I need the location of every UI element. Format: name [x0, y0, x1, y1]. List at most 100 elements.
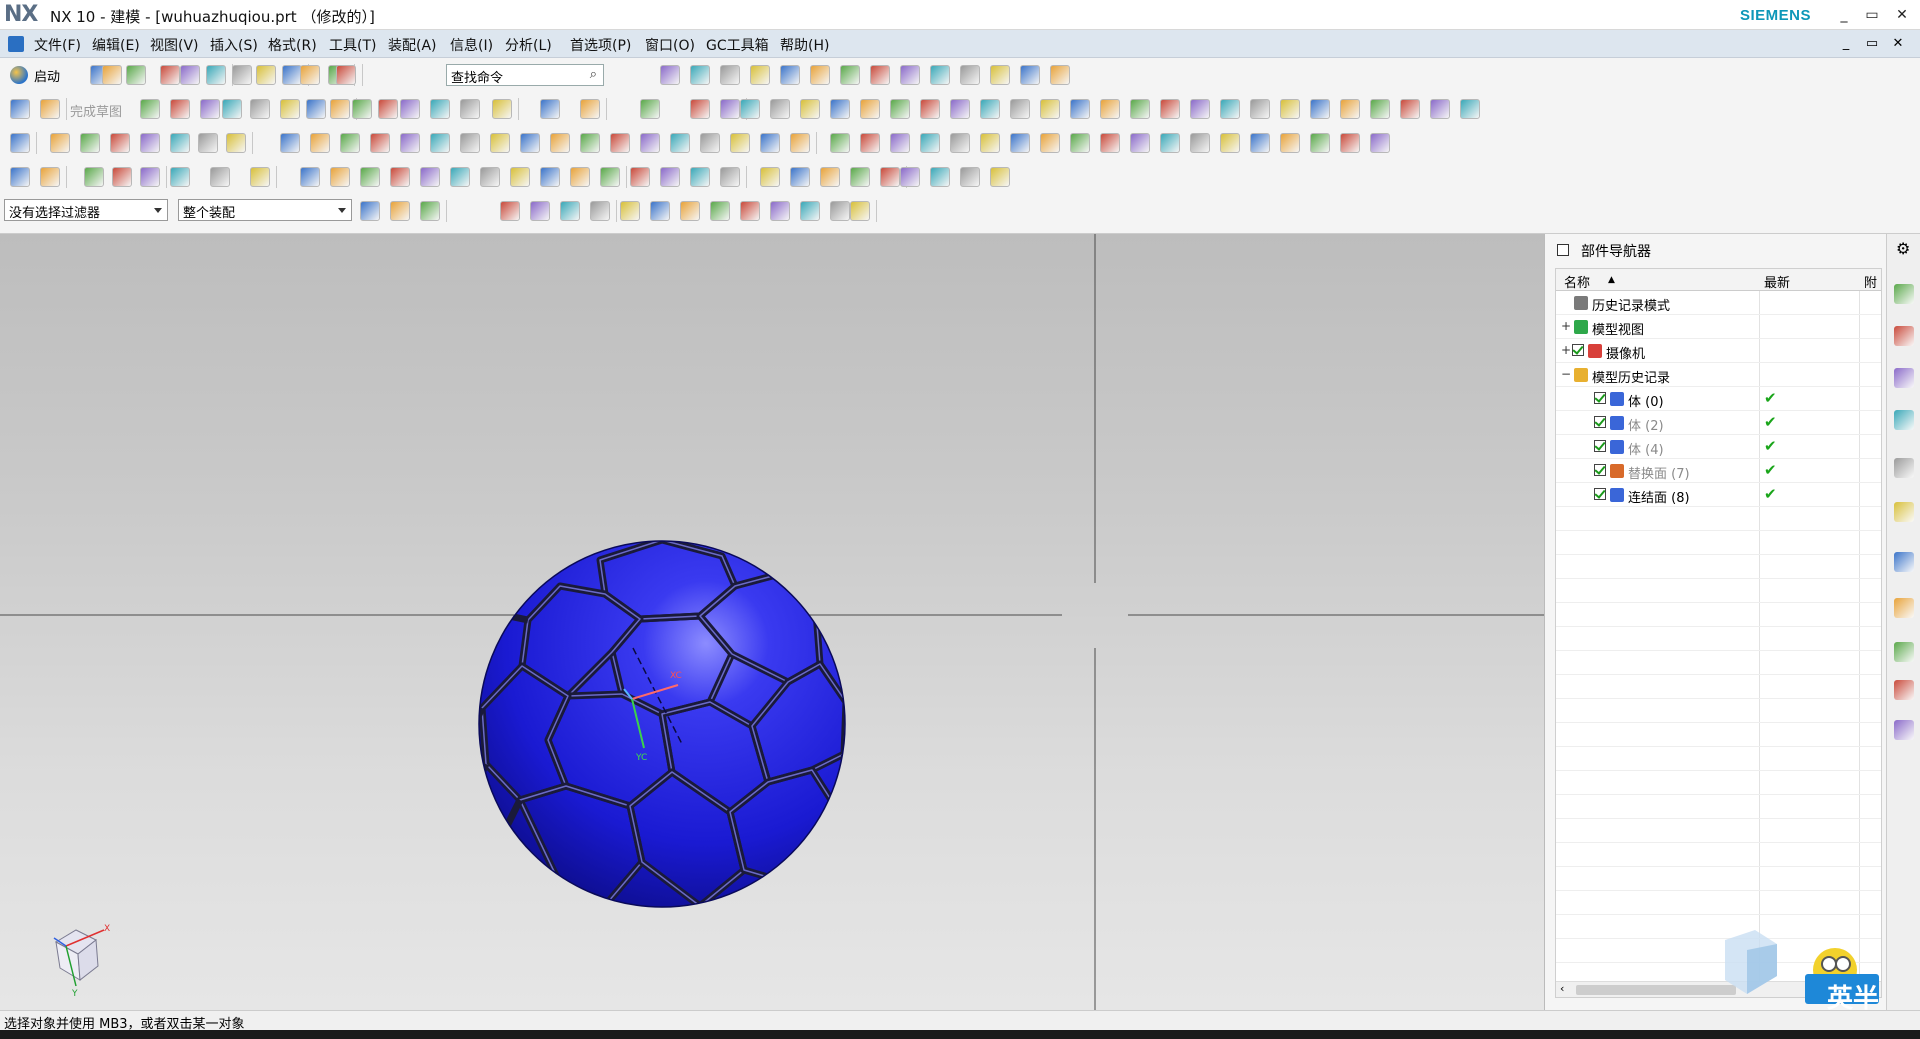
toolbar-tool-icon[interactable]: [1010, 99, 1030, 119]
toolbar-tool-icon[interactable]: [282, 65, 302, 85]
toolbar-tool-icon[interactable]: [560, 201, 580, 221]
toolbar-tool-icon[interactable]: [760, 133, 780, 153]
toolbar-tool-icon[interactable]: [640, 99, 660, 119]
toolbar-tool-icon[interactable]: [1040, 99, 1060, 119]
toolbar-tool-icon[interactable]: [460, 133, 480, 153]
toolbar-tool-icon[interactable]: [360, 201, 380, 221]
toolbar-tool-icon[interactable]: [420, 167, 440, 187]
toolbar-tool-icon[interactable]: [980, 133, 1000, 153]
toolbar-tool-icon[interactable]: [540, 99, 560, 119]
scroll-left-icon[interactable]: ‹: [1560, 982, 1564, 995]
toolbar-tool-icon[interactable]: [430, 99, 450, 119]
toolbar-tool-icon[interactable]: [1070, 133, 1090, 153]
tree-row[interactable]: 体 (4) ✔: [1556, 435, 1881, 459]
toolbar-tool-icon[interactable]: [378, 99, 398, 119]
column-name[interactable]: 名称: [1564, 272, 1590, 291]
toolbar-tool-icon[interactable]: [250, 99, 270, 119]
toolbar-tool-icon[interactable]: [1100, 133, 1120, 153]
toolbar-tool-icon[interactable]: [1050, 65, 1070, 85]
toolbar-tool-icon[interactable]: [600, 167, 620, 187]
menu-tools[interactable]: 工具(T): [329, 35, 376, 55]
toolbar-tool-icon[interactable]: [1040, 133, 1060, 153]
toolbar-tool-icon[interactable]: [330, 167, 350, 187]
toolbar-tool-icon[interactable]: [140, 133, 160, 153]
toolbar-tool-icon[interactable]: [256, 65, 276, 85]
toolbar-tool-icon[interactable]: [1370, 133, 1390, 153]
resource-tab-icon[interactable]: [1894, 410, 1914, 430]
toolbar-tool-icon[interactable]: [570, 167, 590, 187]
toolbar-tool-icon[interactable]: [1020, 65, 1040, 85]
toolbar-tool-icon[interactable]: [520, 133, 540, 153]
tree-row[interactable]: 替换面 (7) ✔: [1556, 459, 1881, 483]
toolbar-tool-icon[interactable]: [170, 99, 190, 119]
toolbar-tool-icon[interactable]: [550, 133, 570, 153]
toolbar-tool-icon[interactable]: [390, 167, 410, 187]
toolbar-tool-icon[interactable]: [540, 167, 560, 187]
toolbar-tool-icon[interactable]: [850, 201, 870, 221]
toolbar-tool-icon[interactable]: [830, 201, 850, 221]
toolbar-tool-icon[interactable]: [222, 99, 242, 119]
toolbar-tool-icon[interactable]: [430, 133, 450, 153]
toolbar-tool-icon[interactable]: [110, 133, 130, 153]
toolbar-tool-icon[interactable]: [800, 201, 820, 221]
toolbar-tool-icon[interactable]: [920, 133, 940, 153]
toolbar-tool-icon[interactable]: [1010, 133, 1030, 153]
toolbar-tool-icon[interactable]: [40, 99, 60, 119]
tree-row[interactable]: 体 (0) ✔: [1556, 387, 1881, 411]
menu-edit[interactable]: 编辑(E): [92, 35, 140, 55]
toolbar-tool-icon[interactable]: [860, 99, 880, 119]
toolbar-tool-icon[interactable]: [510, 167, 530, 187]
selection-filter-dropdown[interactable]: 没有选择过滤器: [4, 199, 168, 221]
toolbar-tool-icon[interactable]: [730, 133, 750, 153]
toolbar-tool-icon[interactable]: [690, 65, 710, 85]
toolbar-tool-icon[interactable]: [160, 65, 180, 85]
toolbar-tool-icon[interactable]: [210, 167, 230, 187]
toolbar-tool-icon[interactable]: [890, 133, 910, 153]
toolbar-tool-icon[interactable]: [460, 99, 480, 119]
menu-view[interactable]: 视图(V): [150, 35, 199, 55]
assembly-scope-dropdown[interactable]: 整个装配: [178, 199, 352, 221]
visibility-checkbox[interactable]: [1594, 488, 1606, 500]
resource-tab-icon[interactable]: [1894, 458, 1914, 478]
toolbar-tool-icon[interactable]: [1250, 133, 1270, 153]
close-window-button[interactable]: ✕: [1888, 4, 1916, 26]
resource-tab-icon[interactable]: [1894, 502, 1914, 522]
toolbar-tool-icon[interactable]: [950, 99, 970, 119]
toolbar-tool-icon[interactable]: [492, 99, 512, 119]
resource-tab-icon[interactable]: [1894, 368, 1914, 388]
toolbar-tool-icon[interactable]: [1370, 99, 1390, 119]
toolbar-tool-icon[interactable]: [740, 99, 760, 119]
settings-gear-icon[interactable]: ⚙: [1896, 239, 1910, 258]
toolbar-tool-icon[interactable]: [1460, 99, 1480, 119]
visibility-checkbox[interactable]: [1594, 392, 1606, 404]
menu-assembly[interactable]: 装配(A): [388, 35, 437, 55]
toolbar-tool-icon[interactable]: [630, 167, 650, 187]
menu-info[interactable]: 信息(I): [450, 35, 493, 55]
toolbar-tool-icon[interactable]: [206, 65, 226, 85]
toolbar-tool-icon[interactable]: [610, 133, 630, 153]
toolbar-tool-icon[interactable]: [820, 167, 840, 187]
toolbar-tool-icon[interactable]: [650, 201, 670, 221]
toolbar-tool-icon[interactable]: [740, 201, 760, 221]
viewport-canvas[interactable]: XC YC X Y: [0, 234, 1544, 1010]
toolbar-tool-icon[interactable]: [370, 133, 390, 153]
resource-tab-icon[interactable]: [1894, 680, 1914, 700]
toolbar-tool-icon[interactable]: [170, 133, 190, 153]
tree-row[interactable]: + 模型视图: [1556, 315, 1881, 339]
toolbar-tool-icon[interactable]: [690, 167, 710, 187]
toolbar-tool-icon[interactable]: [880, 167, 900, 187]
toolbar-tool-icon[interactable]: [1220, 133, 1240, 153]
column-latest[interactable]: 最新: [1764, 272, 1790, 291]
toolbar-tool-icon[interactable]: [84, 167, 104, 187]
expand-toggle-icon[interactable]: +: [1560, 320, 1572, 332]
menu-preferences[interactable]: 首选项(P): [570, 35, 631, 55]
toolbar-tool-icon[interactable]: [300, 65, 320, 85]
toolbar-tool-icon[interactable]: [990, 65, 1010, 85]
toolbar-tool-icon[interactable]: [280, 99, 300, 119]
toolbar-tool-icon[interactable]: [112, 167, 132, 187]
toolbar-tool-icon[interactable]: [180, 65, 200, 85]
menu-file[interactable]: 文件(F): [34, 35, 81, 55]
toolbar-tool-icon[interactable]: [170, 167, 190, 187]
toolbar-tool-icon[interactable]: [400, 99, 420, 119]
toolbar-tool-icon[interactable]: [1220, 99, 1240, 119]
